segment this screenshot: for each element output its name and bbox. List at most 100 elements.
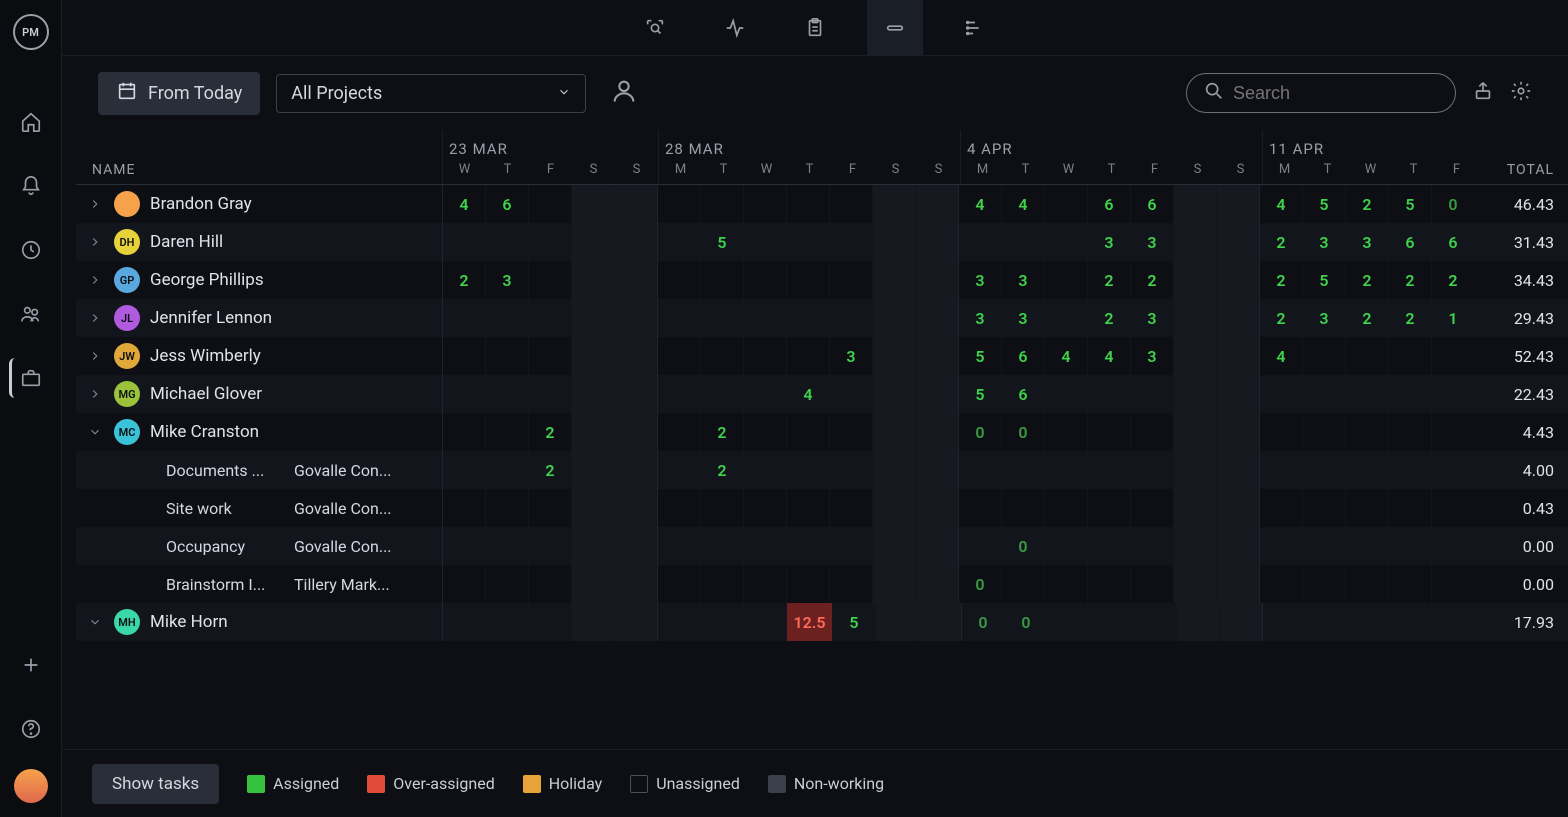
workload-cell[interactable]: 4 [1001,185,1044,223]
workload-cell[interactable]: 5 [1302,185,1345,223]
workload-cell[interactable] [614,413,657,451]
workload-cell[interactable]: 4 [786,375,829,413]
search-box[interactable] [1186,73,1456,113]
workload-cell[interactable] [958,489,1001,527]
workload-cell[interactable] [1173,337,1216,375]
workload-cell[interactable] [657,489,700,527]
workload-cell[interactable]: 3 [1345,223,1388,261]
workload-cell[interactable]: 6 [1388,223,1431,261]
workload-cell[interactable] [1259,451,1302,489]
workload-cell[interactable]: 3 [1130,223,1173,261]
workload-cell[interactable] [1001,565,1044,603]
workload-cell[interactable]: 2 [1388,299,1431,337]
briefcase-icon[interactable] [9,358,49,398]
workload-cell[interactable] [1431,489,1474,527]
chevron-right-icon[interactable] [86,311,104,325]
workload-cell[interactable] [1087,375,1130,413]
workload-cell[interactable]: 2 [1388,261,1431,299]
workload-cell[interactable] [1302,375,1345,413]
clock-icon[interactable] [11,230,51,270]
workload-cell[interactable] [485,565,528,603]
workload-cell[interactable] [1044,413,1087,451]
workload-cell[interactable] [915,299,958,337]
workload-cell[interactable] [829,375,872,413]
workload-cell[interactable] [829,413,872,451]
workload-cell[interactable] [485,603,528,641]
workload-cell[interactable]: 3 [1001,299,1044,337]
workload-cell[interactable] [915,261,958,299]
workload-cell[interactable] [571,375,614,413]
workload-cell[interactable] [743,337,786,375]
workload-cell[interactable] [1130,413,1173,451]
workload-cell[interactable] [1302,527,1345,565]
workload-cell[interactable]: 2 [528,413,571,451]
workload-cell[interactable] [442,451,485,489]
workload-cell[interactable] [743,299,786,337]
workload-cell[interactable] [1173,185,1216,223]
chevron-right-icon[interactable] [86,387,104,401]
workload-cell[interactable] [1044,489,1087,527]
activity-icon[interactable] [707,0,763,56]
workload-cell[interactable]: 3 [1087,223,1130,261]
workload-cell[interactable] [1133,603,1176,641]
workload-cell[interactable]: 3 [485,261,528,299]
workload-cell[interactable] [1173,413,1216,451]
workload-cell[interactable] [1173,299,1216,337]
workload-cell[interactable] [1087,413,1130,451]
workload-cell[interactable]: 2 [1259,223,1302,261]
workload-cell[interactable]: 12.5 [786,603,832,641]
workload-cell[interactable] [1348,603,1391,641]
workload-cell[interactable] [958,223,1001,261]
workload-cell[interactable] [1044,527,1087,565]
workload-cell[interactable]: 3 [1302,299,1345,337]
workload-cell[interactable] [485,489,528,527]
chevron-right-icon[interactable] [86,349,104,363]
workload-cell[interactable]: 3 [829,337,872,375]
workload-cell[interactable]: 2 [1345,299,1388,337]
workload-cell[interactable] [614,261,657,299]
workload-cell[interactable]: 2 [1345,261,1388,299]
workload-cell[interactable] [614,337,657,375]
workload-icon[interactable] [867,0,923,56]
workload-cell[interactable] [1259,565,1302,603]
workload-cell[interactable]: 4 [442,185,485,223]
workload-cell[interactable]: 1 [1431,299,1474,337]
help-icon[interactable] [11,709,51,749]
workload-cell[interactable] [829,185,872,223]
workload-cell[interactable] [1176,603,1219,641]
workload-cell[interactable] [485,451,528,489]
workload-cell[interactable] [1388,527,1431,565]
workload-cell[interactable] [915,489,958,527]
workload-cell[interactable] [1216,527,1259,565]
workload-cell[interactable] [1431,375,1474,413]
workload-cell[interactable] [1216,185,1259,223]
workload-cell[interactable] [1044,223,1087,261]
workload-cell[interactable] [829,261,872,299]
person-filter-icon[interactable] [610,77,638,109]
workload-cell[interactable] [1044,451,1087,489]
workload-cell[interactable] [528,527,571,565]
workload-cell[interactable] [1305,603,1348,641]
workload-cell[interactable] [571,185,614,223]
workload-cell[interactable] [1388,451,1431,489]
workload-cell[interactable] [442,223,485,261]
workload-cell[interactable] [1087,489,1130,527]
workload-cell[interactable] [743,527,786,565]
workload-cell[interactable] [1216,375,1259,413]
workload-cell[interactable] [872,299,915,337]
workload-cell[interactable] [1173,223,1216,261]
workload-cell[interactable]: 3 [1130,337,1173,375]
workload-cell[interactable] [743,489,786,527]
workload-cell[interactable] [786,413,829,451]
workload-cell[interactable] [700,185,743,223]
workload-cell[interactable] [1216,565,1259,603]
workload-cell[interactable] [442,337,485,375]
workload-cell[interactable]: 2 [700,413,743,451]
workload-cell[interactable] [657,451,700,489]
workload-cell[interactable] [872,337,915,375]
workload-cell[interactable] [571,565,614,603]
notifications-icon[interactable] [11,166,51,206]
workload-cell[interactable] [1130,565,1173,603]
workload-cell[interactable] [743,185,786,223]
workload-cell[interactable] [485,527,528,565]
